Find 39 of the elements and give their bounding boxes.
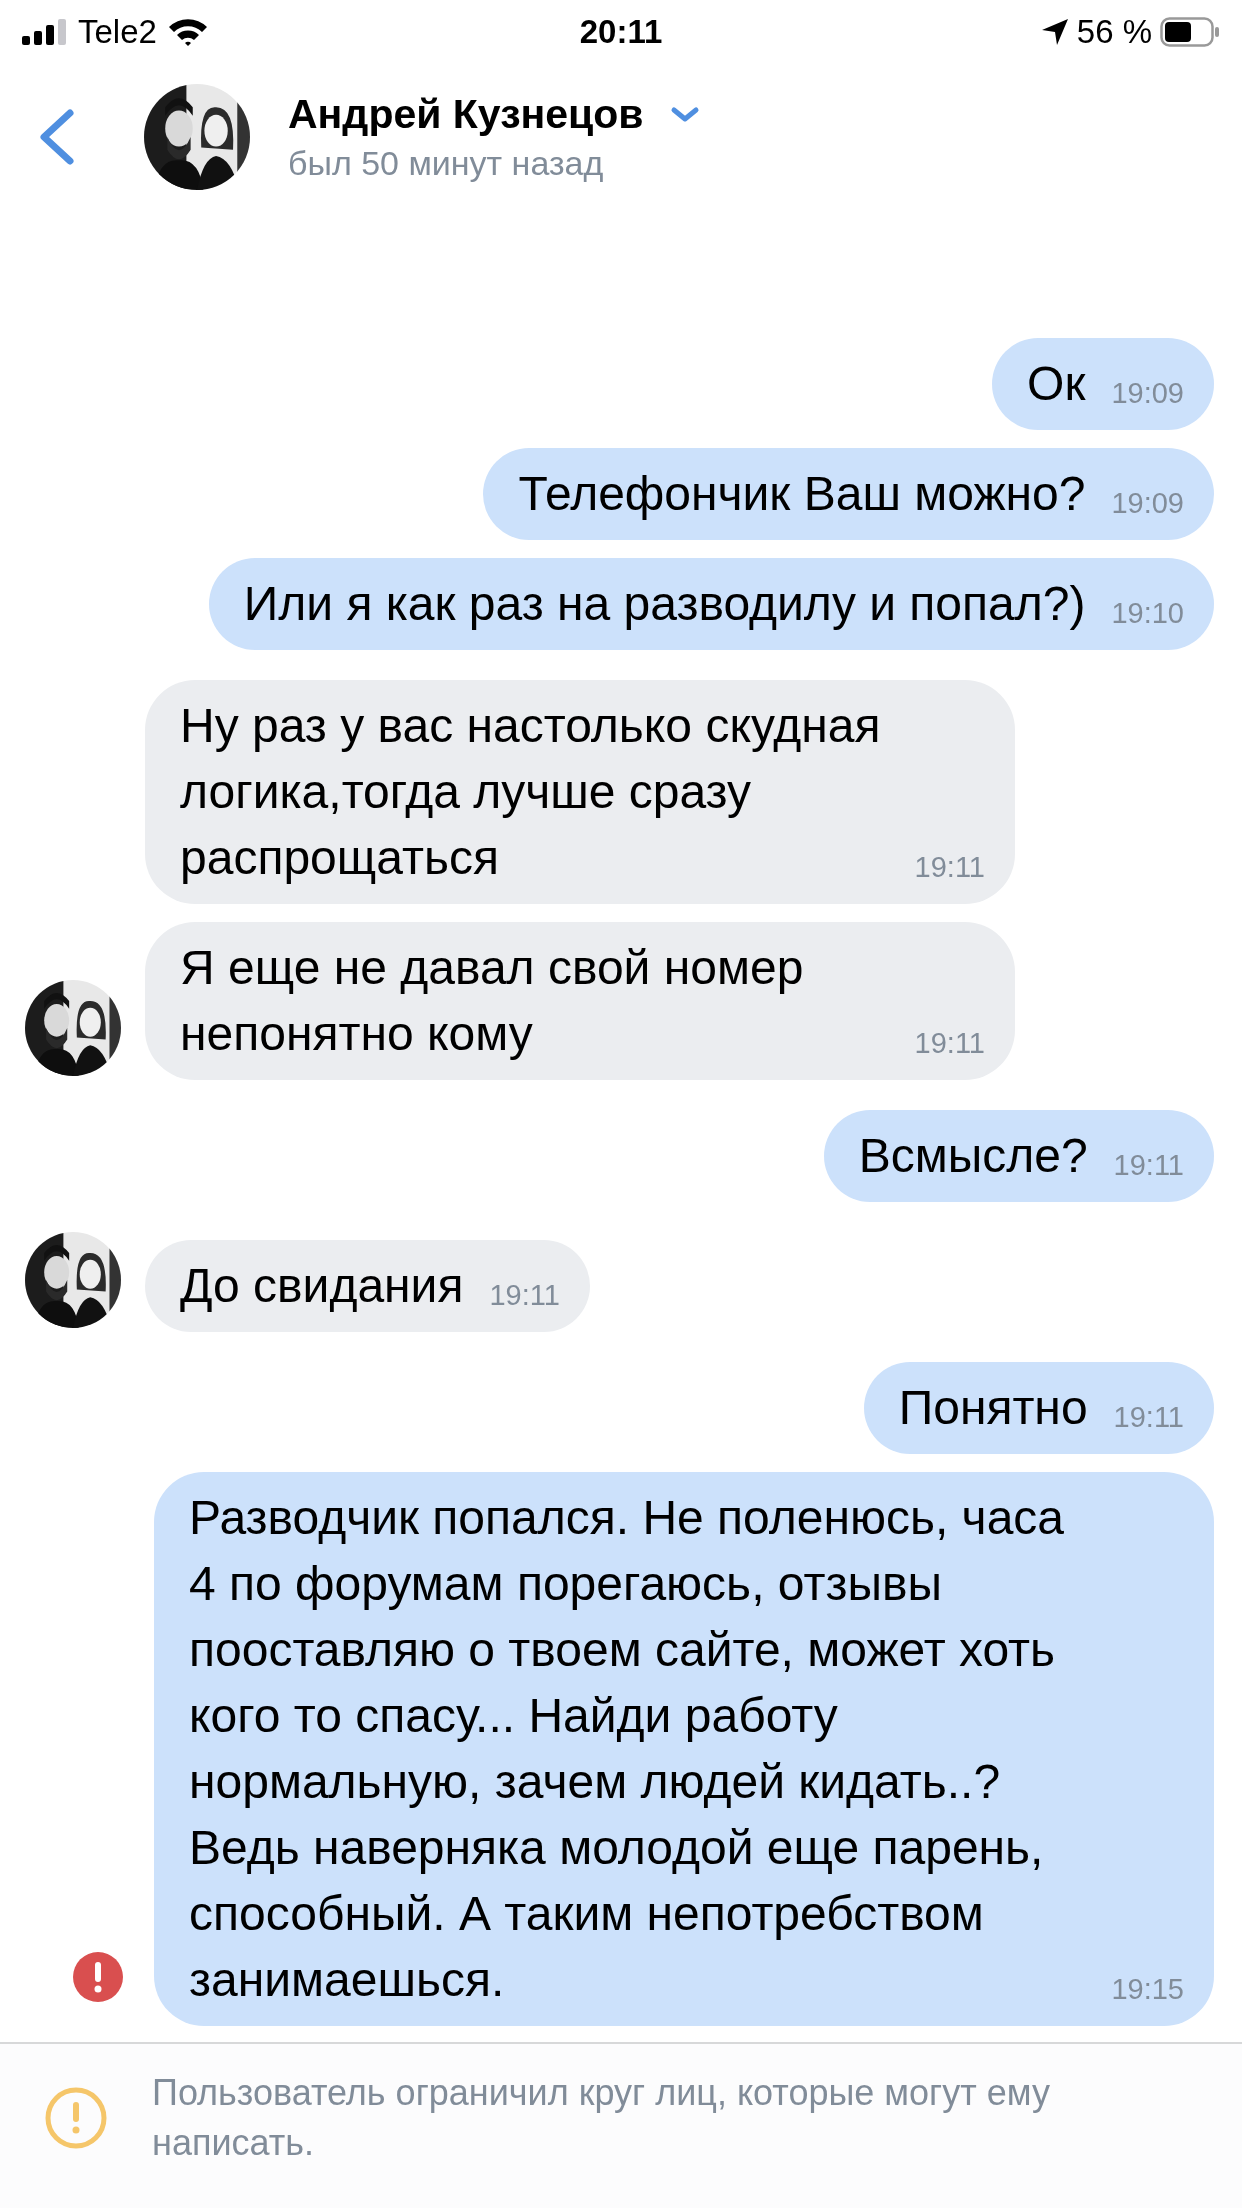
message-time: 19:10 (1111, 596, 1184, 631)
message-bubble[interactable] (154, 1472, 1214, 2026)
location-arrow-icon (1040, 17, 1069, 46)
message-text: Ну раз у вас настолько скудная логика,тогда лучше сразу распрощаться (180, 698, 882, 886)
clock: 20:11 (579, 12, 663, 51)
message-text: Или я как раз на разводилу и попал?) (243, 576, 1086, 632)
message-time: 19:15 (1111, 1972, 1184, 2007)
message-bubble[interactable]: До свидания 19:11 (145, 1240, 590, 1332)
message-text: Всмысле? (858, 1128, 1088, 1184)
message-text: Телефончик Ваш можно? (518, 466, 1086, 522)
error-icon[interactable] (73, 1952, 123, 2002)
message-text: Ок (1027, 356, 1086, 412)
battery-percent: 56 % (1076, 12, 1152, 51)
warning-icon (44, 2086, 108, 2150)
message-bubble[interactable]: Телефончик Ваш можно? 19:09 (483, 448, 1214, 540)
message-time: 19:11 (1113, 1148, 1184, 1183)
message-bubble[interactable]: Всмысле? 19:11 (823, 1110, 1214, 1202)
contact-name[interactable]: Андрей Кузнецов (288, 91, 644, 138)
message-time: 19:11 (914, 850, 985, 885)
signal-icon (22, 18, 68, 45)
message-bubble[interactable]: Я еще не давал свой номер непонятно кому 19:11 (145, 922, 1015, 1080)
last-seen-status: был 50 минут назад (288, 144, 605, 183)
message-text: Я еще не давал свой номер непонятно кому (180, 940, 805, 1062)
message-time: 19:09 (1111, 486, 1184, 521)
battery-icon (1160, 16, 1220, 47)
message-time: 19:11 (914, 1026, 985, 1061)
message-bubble[interactable]: Ну раз у вас настолько скудная логика,тогда лучше сразу распрощаться 19:11 (145, 680, 1015, 904)
message-time: 19:11 (1113, 1400, 1184, 1435)
restriction-notice: Пользователь ограничил круг лиц, которые могут ему написать. (152, 2071, 1051, 2165)
message-text: До свидания (180, 1258, 464, 1314)
message-bubble[interactable]: Или я как раз на разводилу и попал?) 19:10 (208, 558, 1214, 650)
message-bubble[interactable]: Понятно 19:11 (863, 1362, 1214, 1454)
chevron-down-icon[interactable] (669, 105, 700, 124)
message-text: Разводчик попался. Не поленюсь, часа 4 по форумам порегаюсь, отзывы пооставляю о твоем сайте, может хоть кого то спасу... Найди работу нормальную, зачем людей кидать..? Ведь наверняка молодой еще парень, способный. А таким непотребством занимаешься. (189, 1490, 1065, 2008)
message-bubble[interactable]: Ок 19:09 (992, 338, 1214, 430)
message-time: 19:09 (1111, 376, 1184, 411)
message-text: Понятно (898, 1380, 1088, 1436)
carrier-name: Tele2 (78, 12, 157, 51)
message-time: 19:11 (489, 1278, 560, 1313)
